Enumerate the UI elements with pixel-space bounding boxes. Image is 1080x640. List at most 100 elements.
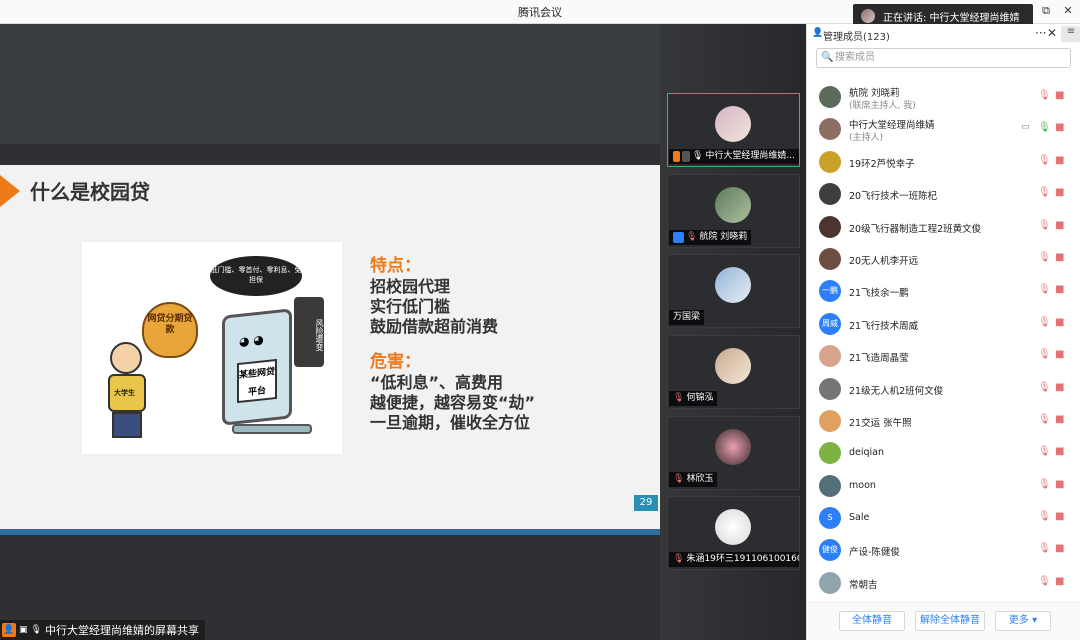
participant-avatar — [715, 106, 751, 142]
video-tile[interactable]: 🎙 何锦泓 — [667, 335, 800, 409]
feature-line: 招校园代理 — [370, 277, 451, 296]
restore-icon[interactable]: ⧉ — [1038, 4, 1054, 18]
member-row[interactable]: moon 🎙 ■ — [807, 471, 1080, 503]
mute-all-button[interactable]: 全体静音 — [839, 611, 905, 631]
tile-name-label: 🎙 林欣玉 — [669, 472, 718, 487]
camera-off-icon[interactable]: ■ — [1055, 284, 1064, 295]
mic-muted-icon[interactable]: 🎙 — [1038, 220, 1051, 231]
close-panel-icon[interactable]: ✕ — [1047, 26, 1057, 40]
camera-off-icon[interactable]: ■ — [1055, 511, 1064, 522]
camera-off-icon[interactable]: ■ — [1055, 317, 1064, 328]
member-row[interactable]: 周威 21飞行技术周威 🎙 ■ — [807, 309, 1080, 341]
close-window-icon[interactable]: ✕ — [1060, 4, 1076, 17]
member-row[interactable]: 一鹏 21飞技余一鹏 🎙 ■ — [807, 276, 1080, 308]
participant-avatar — [715, 187, 751, 223]
member-row[interactable]: 19环2芦悦幸子 🎙 ■ — [807, 147, 1080, 179]
mic-muted-icon[interactable]: 🎙 — [1038, 414, 1051, 425]
student-head — [110, 342, 142, 374]
share-top-region — [0, 24, 660, 144]
member-name: 20级飞行器制造工程2班黄文俊 — [849, 223, 982, 235]
member-avatar — [819, 247, 841, 270]
mic-muted-icon[interactable]: 🎙 — [1038, 479, 1051, 490]
risk-board: 风险遭变 — [294, 297, 324, 367]
participant-avatar — [715, 509, 751, 545]
member-name: 常朝吉 — [849, 579, 878, 591]
tile-name-label: 🎙 中行大堂经理尚维婧... — [669, 149, 799, 164]
member-row[interactable]: 20飞行技术一班陈杞 🎙 ■ — [807, 179, 1080, 211]
mic-muted-icon[interactable]: 🎙 — [1038, 284, 1051, 295]
camera-off-icon[interactable]: ■ — [1055, 479, 1064, 490]
harm-line: 越便捷，越容易变“劫” — [370, 393, 536, 412]
member-row[interactable]: deiqian 🎙 ■ — [807, 438, 1080, 470]
video-tile[interactable]: 万国梁 — [667, 254, 800, 328]
video-tile[interactable]: 🎙 航院 刘晓莉 — [667, 174, 800, 248]
member-row[interactable]: 21飞造周晶莹 🎙 ■ — [807, 341, 1080, 373]
share-screen-icon — [682, 151, 690, 162]
camera-off-icon[interactable]: ■ — [1055, 155, 1064, 166]
more-options-icon[interactable]: ··· — [1035, 26, 1046, 40]
video-tile[interactable]: 🎙 中行大堂经理尚维婧... — [667, 93, 800, 167]
member-name: moon — [849, 479, 876, 491]
slide-page-number: 29 — [634, 495, 658, 511]
member-row[interactable]: 常朝吉 🎙 ■ — [807, 568, 1080, 600]
mic-muted-icon[interactable]: 🎙 — [1038, 252, 1051, 263]
mic-muted-icon[interactable]: 🎙 — [1038, 511, 1051, 522]
mic-icon[interactable]: 🎙 — [1038, 122, 1051, 133]
presentation-slide: 什么是校园贷 低门槛、零首付、零利息、免担保 网贷分期贷款 大学生 ◕ ◕ 某些… — [0, 165, 660, 535]
member-row[interactable]: 21交运 张午照 🎙 ■ — [807, 406, 1080, 438]
mic-muted-icon[interactable]: 🎙 — [1038, 543, 1051, 554]
member-name: 19环2芦悦幸子 — [849, 158, 915, 170]
mic-muted-icon[interactable]: 🎙 — [1038, 349, 1051, 360]
member-name: deiqian — [849, 447, 885, 459]
tile-name-label: 🎙 航院 刘晓莉 — [669, 230, 752, 245]
camera-off-icon[interactable]: ■ — [1055, 220, 1064, 231]
camera-off-icon[interactable]: ■ — [1055, 349, 1064, 360]
mic-muted-icon[interactable]: 🎙 — [1038, 187, 1051, 198]
camera-off-icon[interactable]: ■ — [1055, 414, 1064, 425]
camera-off-icon[interactable]: ■ — [1055, 576, 1064, 587]
member-name: 产设-陈健俊 — [849, 547, 900, 559]
camera-off-icon[interactable]: ■ — [1055, 543, 1064, 554]
member-avatar — [819, 474, 841, 497]
harm-line: 一旦逾期，催收全方位 — [370, 413, 531, 432]
monitor-label: 某些网贷平台 — [237, 358, 277, 404]
tile-name-label: 🎙 何锦泓 — [669, 391, 718, 406]
mic-muted-icon[interactable]: 🎙 — [1038, 90, 1051, 101]
panel-title: 管理成员(123) — [823, 32, 890, 43]
mic-muted-icon[interactable]: 🎙 — [1038, 317, 1051, 328]
member-row[interactable]: 航院 刘晓莉 (联席主持人, 我) 🎙 ■ — [807, 82, 1080, 114]
member-row[interactable]: 健俊 产设-陈健俊 🎙 ■ — [807, 535, 1080, 567]
member-avatar: 健俊 — [819, 539, 841, 562]
camera-off-icon[interactable]: ■ — [1055, 90, 1064, 101]
mic-muted-icon[interactable]: 🎙 — [1038, 446, 1051, 457]
camera-off-icon[interactable]: ■ — [1055, 382, 1064, 393]
member-name: Sale — [849, 512, 870, 524]
screen-share-label: 👤 ▣ 🎙 中行大堂经理尚维婧的屏幕共享 — [0, 620, 205, 640]
mic-muted-icon[interactable]: 🎙 — [1038, 576, 1051, 587]
speaking-text: 正在讲话: 中行大堂经理尚维婧 — [883, 12, 1020, 24]
member-row[interactable]: 21级无人机2班何文俊 🎙 ■ — [807, 374, 1080, 406]
member-row[interactable]: S Sale 🎙 ■ — [807, 503, 1080, 535]
camera-off-icon[interactable]: ■ — [1055, 187, 1064, 198]
bag-label: 网贷分期贷款 — [147, 314, 193, 335]
camera-off-icon[interactable]: ■ — [1055, 252, 1064, 263]
menu-icon[interactable]: ≡ — [1061, 26, 1080, 42]
video-tile[interactable]: 🎙 林欣玉 — [667, 416, 800, 490]
unmute-all-button[interactable]: 解除全体静音 — [915, 611, 985, 631]
camera-off-icon[interactable]: ■ — [1055, 122, 1064, 133]
mic-muted-icon[interactable]: 🎙 — [1038, 155, 1051, 166]
tile-name: 中行大堂经理尚维婧... — [705, 151, 795, 161]
member-row[interactable]: 20级飞行器制造工程2班黄文俊 🎙 ■ — [807, 212, 1080, 244]
harm-line: “低利息”、高费用 — [370, 373, 504, 392]
member-name: 20无人机李开远 — [849, 255, 919, 267]
mic-muted-icon[interactable]: 🎙 — [1038, 382, 1051, 393]
member-row[interactable]: 中行大堂经理尚维婧 (主持人) ▭ 🎙 ■ — [807, 114, 1080, 146]
member-avatar — [819, 118, 841, 141]
camera-off-icon[interactable]: ■ — [1055, 446, 1064, 457]
more-button[interactable]: 更多 ▾ — [995, 611, 1051, 631]
member-name: 航院 刘晓莉 — [849, 88, 900, 99]
video-tile[interactable]: 🎙 朱涵19环三191106100160 — [667, 496, 800, 570]
member-row[interactable]: 20无人机李开远 🎙 ■ — [807, 244, 1080, 276]
member-name: 中行大堂经理尚维婧 — [849, 120, 935, 132]
search-member-input[interactable]: 🔍 搜索成员 — [816, 48, 1071, 68]
